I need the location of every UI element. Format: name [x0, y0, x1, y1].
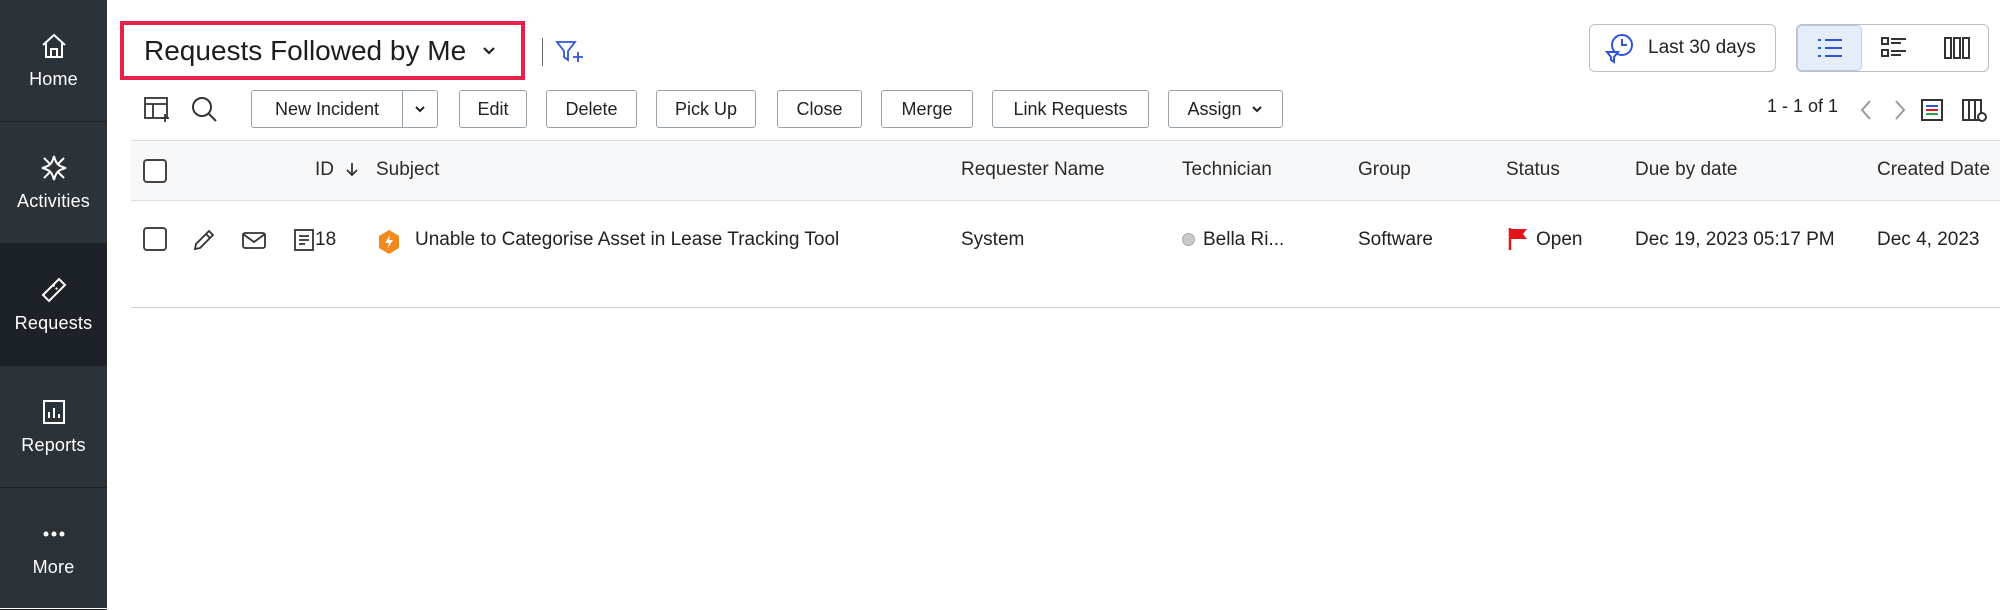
sort-down-icon: [346, 163, 358, 177]
view-title: Requests Followed by Me: [144, 34, 467, 66]
sidebar-item-label: Activities: [16, 191, 90, 211]
search-icon[interactable]: [189, 94, 219, 124]
view-mode-toggle: [1796, 24, 1989, 72]
column-header-id[interactable]: ID: [315, 159, 359, 181]
sidebar-item-home[interactable]: Home: [0, 0, 107, 122]
date-range-label: Last 30 days: [1648, 37, 1756, 58]
sidebar-item-label: Requests: [14, 313, 93, 333]
report-list-icon[interactable]: [1918, 96, 1946, 124]
activities-icon: [41, 155, 66, 181]
chevron-right-icon[interactable]: [1885, 96, 1913, 124]
technician-cell: Bella Ri...: [1182, 223, 1284, 257]
add-filter-icon[interactable]: [555, 38, 585, 66]
main-content: Requests Followed by Me Last 30 days New…: [107, 0, 2000, 608]
flag-icon: [1508, 228, 1527, 250]
new-incident-button[interactable]: New Incident: [251, 90, 403, 128]
chevron-down-icon: [1251, 106, 1262, 113]
technician-status-dot: [1182, 233, 1195, 246]
select-all-checkbox[interactable]: [143, 159, 167, 183]
due-by-date: Dec 19, 2023 05:17 PM: [1635, 229, 1835, 250]
column-header-created[interactable]: Created Date: [1877, 159, 1990, 181]
column-view-icon: [1943, 37, 1970, 59]
sidebar-item-activities[interactable]: Activities: [0, 122, 107, 244]
group-name: Software: [1358, 229, 1433, 250]
more-icon: [43, 531, 64, 537]
sidebar-item-label: Reports: [21, 435, 86, 455]
sidebar-item-label: More: [32, 557, 75, 577]
chevron-down-icon: [415, 106, 425, 113]
sidebar: Home Activities Requests Reports More: [0, 0, 107, 610]
chevron-down-icon: [483, 46, 495, 55]
card-view-icon: [1880, 37, 1906, 57]
clock-filter-icon: [1604, 34, 1633, 64]
column-header-label: ID: [315, 159, 334, 180]
new-incident-dropdown[interactable]: [402, 90, 438, 128]
column-header-requester[interactable]: Requester Name: [961, 159, 1105, 181]
incident-icon: [379, 230, 399, 254]
assign-button[interactable]: Assign: [1168, 90, 1283, 128]
delete-button[interactable]: Delete: [546, 90, 637, 128]
view-selector[interactable]: Requests Followed by Me: [120, 21, 525, 80]
edit-pencil-icon[interactable]: [191, 227, 217, 253]
column-header-subject[interactable]: Subject: [376, 159, 439, 181]
technician-name: Bella Ri...: [1203, 229, 1285, 250]
edit-button[interactable]: Edit: [459, 90, 527, 128]
status-cell: Open: [1506, 223, 1582, 257]
row-checkbox[interactable]: [143, 227, 167, 251]
column-header-due-by[interactable]: Due by date: [1635, 159, 1737, 181]
pagination-info: 1 - 1 of 1: [1767, 96, 1839, 116]
mail-icon[interactable]: [241, 227, 267, 253]
link-requests-button[interactable]: Link Requests: [992, 90, 1149, 128]
sidebar-item-more[interactable]: More: [0, 488, 107, 610]
requests-icon: [41, 277, 66, 303]
column-header-group[interactable]: Group: [1358, 159, 1411, 181]
requester-name: System: [961, 229, 1025, 250]
divider: [542, 38, 543, 66]
pick-up-button[interactable]: Pick Up: [656, 90, 756, 128]
card-view-button[interactable]: [1862, 25, 1925, 71]
column-settings-icon[interactable]: [1960, 96, 1988, 124]
home-icon: [41, 33, 66, 58]
table-header: ID Subject Requester Name Technician Gro…: [131, 140, 2000, 201]
list-view-icon: [1817, 39, 1842, 57]
created-date: Dec 4, 2023: [1877, 229, 1980, 250]
merge-button[interactable]: Merge: [881, 90, 973, 128]
request-id: 18: [315, 229, 337, 250]
close-button[interactable]: Close: [777, 90, 862, 128]
sidebar-item-label: Home: [29, 69, 78, 89]
column-view-button[interactable]: [1925, 25, 1988, 71]
sidebar-item-reports[interactable]: Reports: [0, 366, 107, 488]
status-label: Open: [1536, 229, 1583, 250]
notes-icon[interactable]: [291, 227, 317, 253]
column-header-status[interactable]: Status: [1506, 159, 1560, 181]
table-row[interactable]: 18 Unable to Categorise Asset in Lease T…: [131, 201, 2000, 308]
list-view-button[interactable]: [1797, 25, 1862, 71]
sidebar-item-requests[interactable]: Requests: [0, 244, 107, 366]
chevron-left-icon[interactable]: [1853, 96, 1881, 124]
request-subject[interactable]: Unable to Categorise Asset in Lease Trac…: [415, 223, 855, 257]
date-range-button[interactable]: Last 30 days: [1589, 24, 1776, 72]
table-settings-icon[interactable]: [143, 94, 173, 124]
column-header-technician[interactable]: Technician: [1182, 159, 1272, 181]
assign-label: Assign: [1187, 98, 1242, 119]
reports-icon: [42, 400, 65, 424]
